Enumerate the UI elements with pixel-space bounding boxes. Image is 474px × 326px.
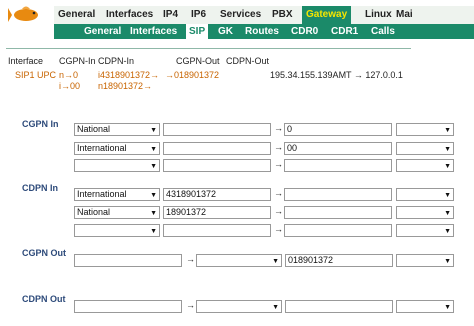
summary-cgpn-in-1: n→0 (59, 70, 79, 80)
arrow-icon: → (274, 159, 283, 169)
col-cdpn-out: CDPN-Out (226, 56, 270, 66)
cdpn-out-type-select[interactable]: ▼ (196, 300, 282, 313)
cgpn-in-match-input-2[interactable] (163, 142, 271, 155)
cgpn-in-type-select-3[interactable]: ▼ (74, 159, 160, 172)
tab-services[interactable]: Services (220, 6, 261, 24)
summary-cdpn-in-2: n18901372→ (98, 81, 153, 91)
cdpn-in-match-input-3[interactable] (163, 224, 271, 237)
cdpn-in-out-select-2[interactable]: ▼ (396, 206, 454, 219)
arrow-icon: → (186, 300, 195, 310)
chevron-down-icon: ▼ (444, 258, 451, 265)
cdpn-in-type-select-2[interactable]: National ▼ (74, 206, 160, 219)
cdpn-in-result-input-3[interactable] (284, 224, 392, 237)
chevron-down-icon: ▼ (444, 127, 451, 134)
col-interface: Interface (8, 56, 44, 66)
tab-interfaces[interactable]: Interfaces (106, 6, 153, 24)
col-cgpn-out: CGPN-Out (176, 56, 220, 66)
col-cdpn-in: CDPN-In (98, 56, 135, 66)
cdpn-in-out-select-1[interactable]: ▼ (396, 188, 454, 201)
arrow-icon: → (274, 188, 283, 198)
chevron-down-icon: ▼ (272, 304, 279, 311)
chevron-down-icon: ▼ (150, 127, 157, 134)
sub-nav: General Interfaces SIP GK Routes CDR0 CD… (54, 24, 474, 39)
cgpn-in-type-select-1[interactable]: National ▼ (74, 123, 160, 136)
chevron-down-icon: ▼ (444, 192, 451, 199)
cgpn-in-type-value-1: National (77, 124, 111, 134)
cgpn-in-type-value-2: International (77, 143, 127, 153)
goldfish-logo-icon (8, 6, 38, 22)
cgpn-out-out-select[interactable]: ▼ (396, 254, 454, 267)
cdpn-out-result-input[interactable] (285, 300, 393, 313)
cgpn-in-out-select-3[interactable]: ▼ (396, 159, 454, 172)
summary-cgpn-in-2: i→00 (59, 81, 81, 91)
tab-ip6[interactable]: IP6 (191, 6, 206, 24)
cdpn-in-type-select-3[interactable]: ▼ (74, 224, 160, 237)
cdpn-in-out-select-3[interactable]: ▼ (396, 224, 454, 237)
subtab-cdr0[interactable]: CDR0 (291, 24, 318, 39)
section-cdpn-in: CDPN In (22, 183, 58, 193)
cdpn-in-match-input-1[interactable]: 4318901372 (163, 188, 271, 201)
tab-pbx[interactable]: PBX (272, 6, 293, 24)
cgpn-in-out-select-2[interactable]: ▼ (396, 142, 454, 155)
subtab-routes[interactable]: Routes (245, 24, 279, 39)
cdpn-in-type-value-2: National (77, 207, 111, 217)
interface-summary: Interface CGPN-In CDPN-In CGPN-Out CDPN-… (6, 48, 411, 93)
tab-ip4[interactable]: IP4 (163, 6, 178, 24)
arrow-icon: → (274, 123, 283, 133)
cdpn-in-match-input-2[interactable]: 18901372 (163, 206, 271, 219)
arrow-icon: → (274, 206, 283, 216)
summary-interface[interactable]: SIP1 UPC (15, 70, 56, 80)
cdpn-in-result-input-1[interactable] (284, 188, 392, 201)
chevron-down-icon: ▼ (444, 210, 451, 217)
subtab-interfaces[interactable]: Interfaces (130, 24, 177, 39)
cgpn-in-type-select-2[interactable]: International ▼ (74, 142, 160, 155)
app-logo (0, 0, 54, 40)
subtab-cdr1[interactable]: CDR1 (331, 24, 358, 39)
chevron-down-icon: ▼ (444, 228, 451, 235)
chevron-down-icon: ▼ (150, 146, 157, 153)
tab-gateway[interactable]: Gateway (302, 6, 352, 24)
cgpn-out-result-input[interactable]: 018901372 (285, 254, 393, 267)
section-cgpn-out: CGPN Out (22, 248, 66, 258)
subtab-general[interactable]: General (84, 24, 121, 39)
cgpn-in-match-input-1[interactable] (163, 123, 271, 136)
chevron-down-icon: ▼ (272, 258, 279, 265)
chevron-down-icon: ▼ (150, 163, 157, 170)
arrow-icon: → (274, 142, 283, 152)
chevron-down-icon: ▼ (444, 163, 451, 170)
cgpn-in-match-input-3[interactable] (163, 159, 271, 172)
subtab-gk[interactable]: GK (218, 24, 233, 39)
subtab-calls[interactable]: Calls (371, 24, 395, 39)
cdpn-in-type-select-1[interactable]: International ▼ (74, 188, 160, 201)
summary-cdpn-in-1: i4318901372→ (98, 70, 160, 80)
chevron-down-icon: ▼ (444, 146, 451, 153)
cgpn-out-match-input[interactable] (74, 254, 182, 267)
tab-general[interactable]: General (58, 6, 95, 24)
section-cdpn-out: CDPN Out (22, 294, 66, 304)
tab-mail[interactable]: Mai (396, 6, 413, 24)
summary-cgpn-out: →018901372 (165, 70, 220, 80)
subtab-sip[interactable]: SIP (186, 24, 209, 39)
arrow-icon: → (274, 224, 283, 234)
cgpn-in-result-input-1[interactable]: 0 (284, 123, 392, 136)
arrow-icon: → (186, 254, 195, 264)
chevron-down-icon: ▼ (150, 192, 157, 199)
cdpn-out-out-select[interactable]: ▼ (396, 300, 454, 313)
summary-address: 195.34.155.139AMT → 127.0.0.1 (270, 70, 403, 80)
cdpn-out-match-input[interactable] (74, 300, 182, 313)
section-cgpn-in: CGPN In (22, 119, 59, 129)
cdpn-in-result-input-2[interactable] (284, 206, 392, 219)
top-nav: General Interfaces IP4 IP6 Services PBX … (54, 6, 474, 25)
chevron-down-icon: ▼ (150, 228, 157, 235)
chevron-down-icon: ▼ (444, 304, 451, 311)
cgpn-in-out-select-1[interactable]: ▼ (396, 123, 454, 136)
cgpn-in-result-input-2[interactable]: 00 (284, 142, 392, 155)
cdpn-in-type-value-1: International (77, 189, 127, 199)
tab-linux[interactable]: Linux (365, 6, 392, 24)
cgpn-out-type-select[interactable]: ▼ (196, 254, 282, 267)
cgpn-in-result-input-3[interactable] (284, 159, 392, 172)
chevron-down-icon: ▼ (150, 210, 157, 217)
col-cgpn-in: CGPN-In (59, 56, 96, 66)
